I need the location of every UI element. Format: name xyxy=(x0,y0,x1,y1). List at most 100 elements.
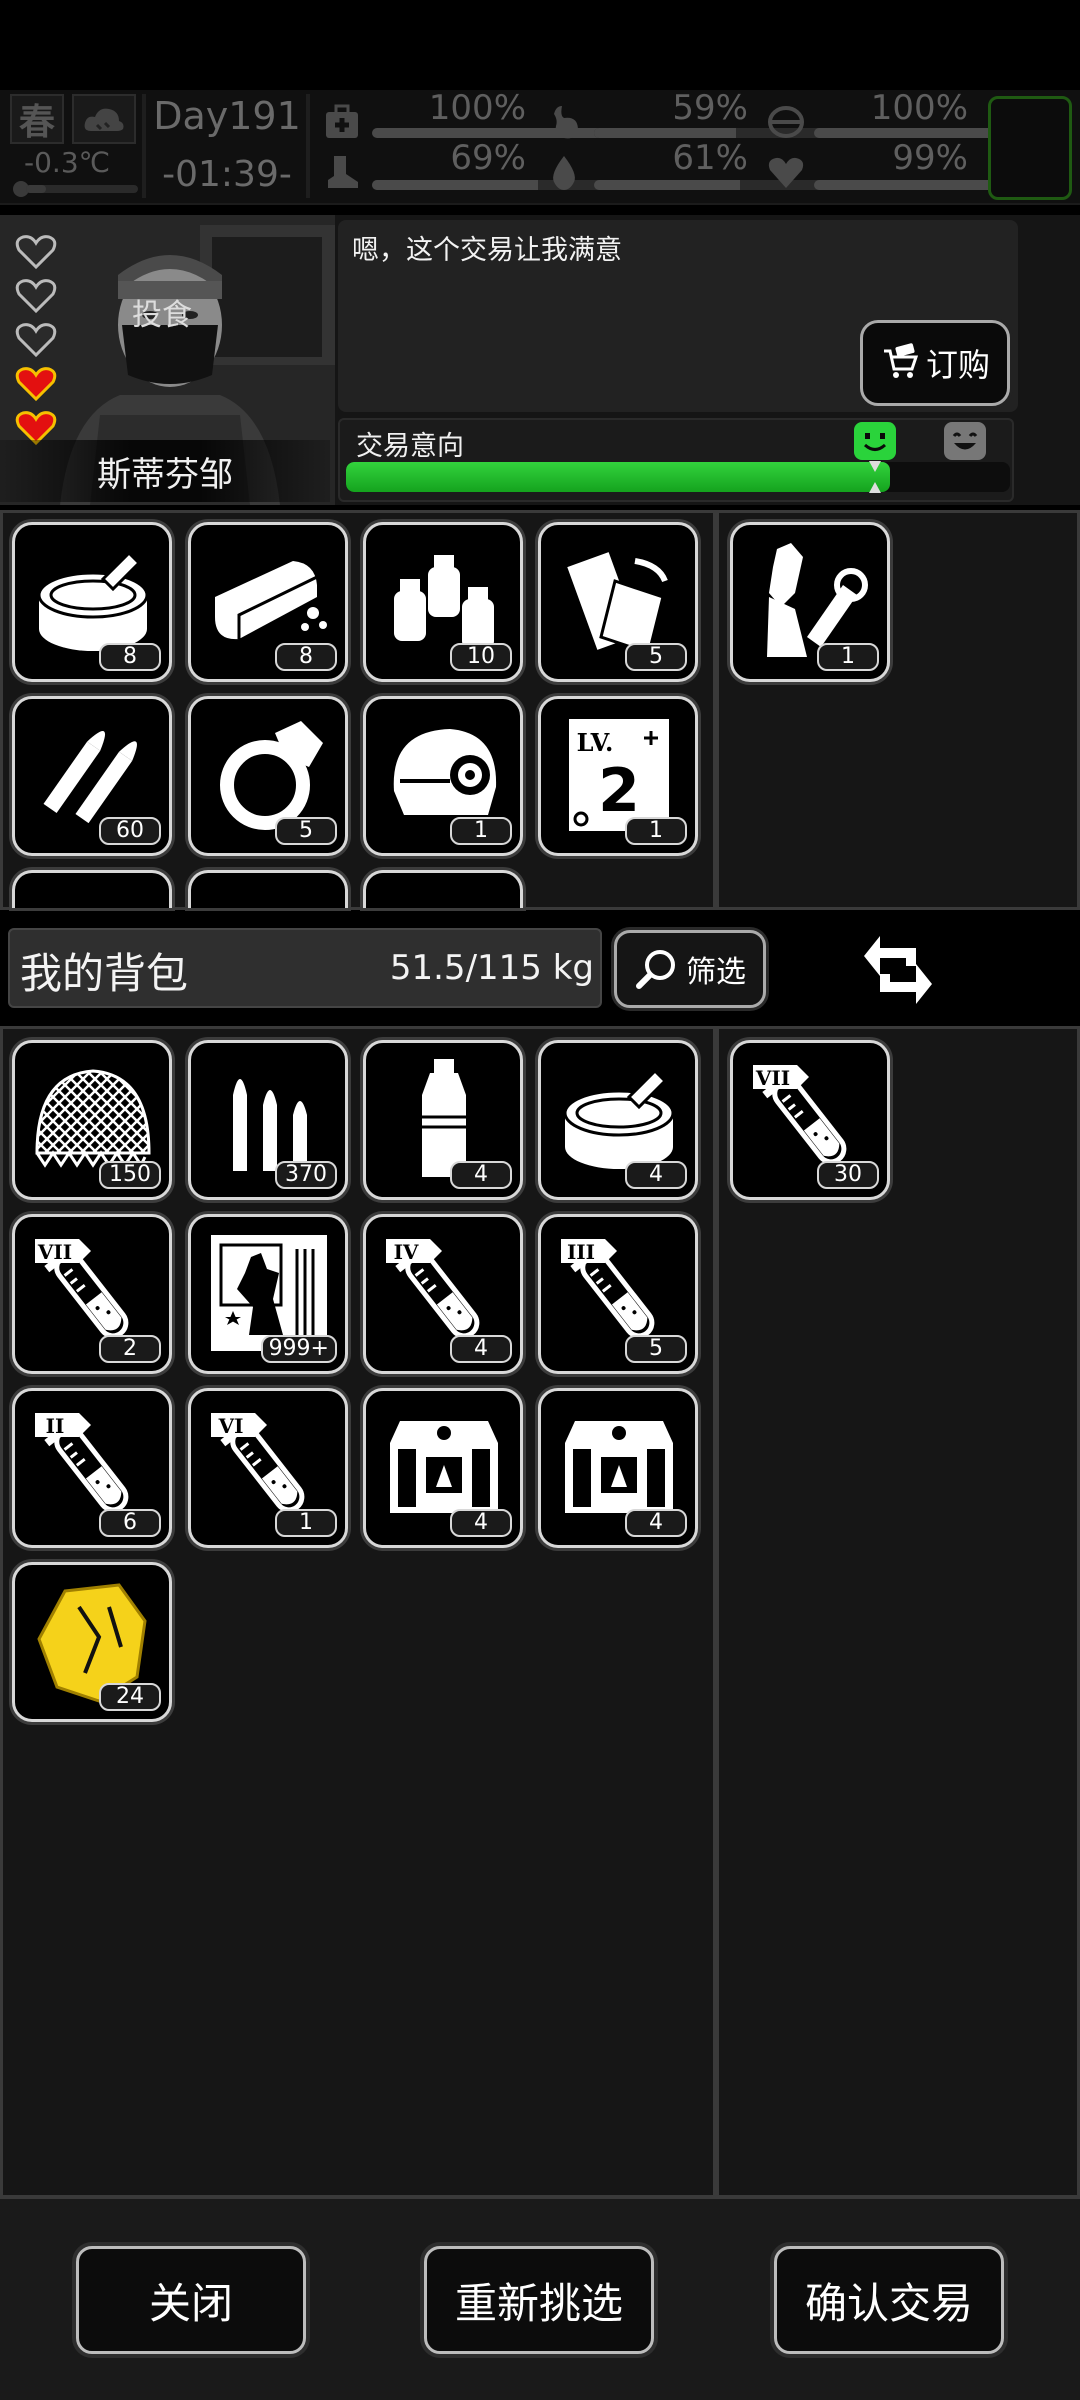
stat-stamina-value: 69% xyxy=(450,138,526,178)
item-quantity: 5 xyxy=(275,817,337,845)
stat-sanity xyxy=(762,98,810,146)
item-quantity: 1 xyxy=(450,817,512,845)
stat-health xyxy=(318,98,366,146)
svg-text:III: III xyxy=(567,1240,595,1264)
stomach-icon xyxy=(540,98,588,146)
heart-empty-icon xyxy=(15,323,57,358)
bag-item-slot[interactable]: 999+ xyxy=(188,1214,348,1374)
trader-item-slot[interactable]: 60 xyxy=(12,696,172,856)
bag-item-slot[interactable]: 370 xyxy=(188,1040,348,1200)
stat-hunger-value: 59% xyxy=(672,88,748,128)
item-quantity: 30 xyxy=(817,1161,879,1189)
bag-offer-slot[interactable]: VII 30 xyxy=(730,1040,890,1200)
svg-text:VI: VI xyxy=(218,1414,244,1438)
item-quantity: 4 xyxy=(450,1335,512,1363)
delighted-face-icon xyxy=(944,422,986,460)
heart-filled-icon xyxy=(15,367,57,402)
close-button[interactable]: 关闭 xyxy=(76,2246,306,2354)
season-indicator: 春 xyxy=(10,94,64,144)
reselect-button[interactable]: 重新挑选 xyxy=(424,2246,654,2354)
heart-empty-icon xyxy=(15,279,57,314)
item-quantity: 1 xyxy=(275,1509,337,1537)
trader-mask-text: 投食 xyxy=(132,298,192,333)
svg-text:VII: VII xyxy=(37,1240,72,1264)
trader-affinity-hearts xyxy=(14,232,58,452)
item-quantity: 4 xyxy=(450,1161,512,1189)
filter-button-label: 筛选 xyxy=(686,955,746,990)
svg-text:LV.: LV. xyxy=(577,728,614,757)
svg-text:II: II xyxy=(46,1414,65,1438)
order-button[interactable]: 订购 xyxy=(860,320,1010,406)
bag-weight: 51.5/115 kg xyxy=(389,948,594,988)
item-quantity: 150 xyxy=(99,1161,161,1189)
item-quantity: 1 xyxy=(625,817,687,845)
stat-thirst xyxy=(540,148,588,196)
heart-icon xyxy=(762,148,810,196)
thermometer-icon xyxy=(13,181,138,197)
bag-item-slot[interactable]: 4 xyxy=(363,1388,523,1548)
bag-offer-grid[interactable] xyxy=(716,1026,1080,2198)
quick-slot[interactable] xyxy=(988,96,1072,200)
bag-item-slot[interactable]: 150 xyxy=(12,1040,172,1200)
magnifier-icon xyxy=(636,950,675,989)
stat-health-value: 100% xyxy=(428,88,526,128)
item-quantity: 60 xyxy=(99,817,161,845)
trader-item-slot[interactable]: 1 xyxy=(363,696,523,856)
trader-item-slot-partial[interactable] xyxy=(363,870,523,908)
item-quantity: 8 xyxy=(275,643,337,671)
item-quantity: 5 xyxy=(625,1335,687,1363)
trader-item-slot[interactable]: 8 xyxy=(12,522,172,682)
trade-intent-label: 交易意向 xyxy=(356,431,464,462)
filter-button[interactable]: 筛选 xyxy=(614,930,766,1008)
stat-hunger xyxy=(540,98,588,146)
weather-icon xyxy=(72,94,136,144)
stat-thirst-value: 61% xyxy=(672,138,748,178)
item-quantity: 999+ xyxy=(260,1335,337,1363)
stat-mood-value: 99% xyxy=(892,138,968,178)
brain-icon xyxy=(762,98,810,146)
trader-name: 斯蒂芬邹 xyxy=(0,440,330,502)
order-button-label: 订购 xyxy=(925,346,990,384)
trader-item-slot[interactable]: 5 xyxy=(188,696,348,856)
satisfied-face-icon xyxy=(854,422,896,460)
stat-stamina xyxy=(318,148,366,196)
item-quantity: 24 xyxy=(99,1683,161,1711)
item-quantity: 8 xyxy=(99,643,161,671)
temperature-readout: -0.3℃ xyxy=(24,146,111,179)
trader-item-slot[interactable]: 8 xyxy=(188,522,348,682)
bag-item-slot[interactable]: VI 1 xyxy=(188,1388,348,1548)
stat-sanity-value: 100% xyxy=(870,88,968,128)
item-quantity: 5 xyxy=(625,643,687,671)
item-quantity: 6 xyxy=(99,1509,161,1537)
svg-text:2: 2 xyxy=(598,756,640,826)
bag-item-slot[interactable]: 4 xyxy=(538,1040,698,1200)
item-quantity: 370 xyxy=(275,1161,337,1189)
bag-title: 我的背包 xyxy=(20,949,189,998)
hud-divider xyxy=(142,94,146,198)
trader-offer-slot[interactable]: 1 xyxy=(730,522,890,682)
confirm-trade-button[interactable]: 确认交易 xyxy=(774,2246,1004,2354)
trader-item-slot[interactable]: 10 xyxy=(363,522,523,682)
bag-item-slot[interactable]: 4 xyxy=(363,1040,523,1200)
item-quantity: 1 xyxy=(817,643,879,671)
shopping-cart-icon xyxy=(883,343,919,378)
bag-item-slot[interactable]: 24 xyxy=(12,1562,172,1722)
trader-item-slot[interactable]: 5 xyxy=(538,522,698,682)
bag-item-slot[interactable]: IV 4 xyxy=(363,1214,523,1374)
svg-text:IV: IV xyxy=(394,1240,419,1264)
swap-arrows-icon[interactable] xyxy=(850,922,946,1018)
boot-icon xyxy=(318,148,366,196)
bag-item-slot[interactable]: VII 2 xyxy=(12,1214,172,1374)
item-quantity: 4 xyxy=(625,1161,687,1189)
svg-text:VII: VII xyxy=(755,1066,790,1090)
dialogue-text: 嗯，这个交易让我满意 xyxy=(352,235,622,266)
trader-item-slot[interactable]: LV. 2 1 xyxy=(538,696,698,856)
stat-mood xyxy=(762,148,810,196)
heart-empty-icon xyxy=(15,235,57,270)
bag-item-slot[interactable]: 4 xyxy=(538,1388,698,1548)
bag-item-slot[interactable]: II 6 xyxy=(12,1388,172,1548)
water-drop-icon xyxy=(540,148,588,196)
bag-item-slot[interactable]: III 5 xyxy=(538,1214,698,1374)
trader-item-slot-partial[interactable] xyxy=(12,870,172,908)
trader-item-slot-partial[interactable] xyxy=(188,870,348,908)
